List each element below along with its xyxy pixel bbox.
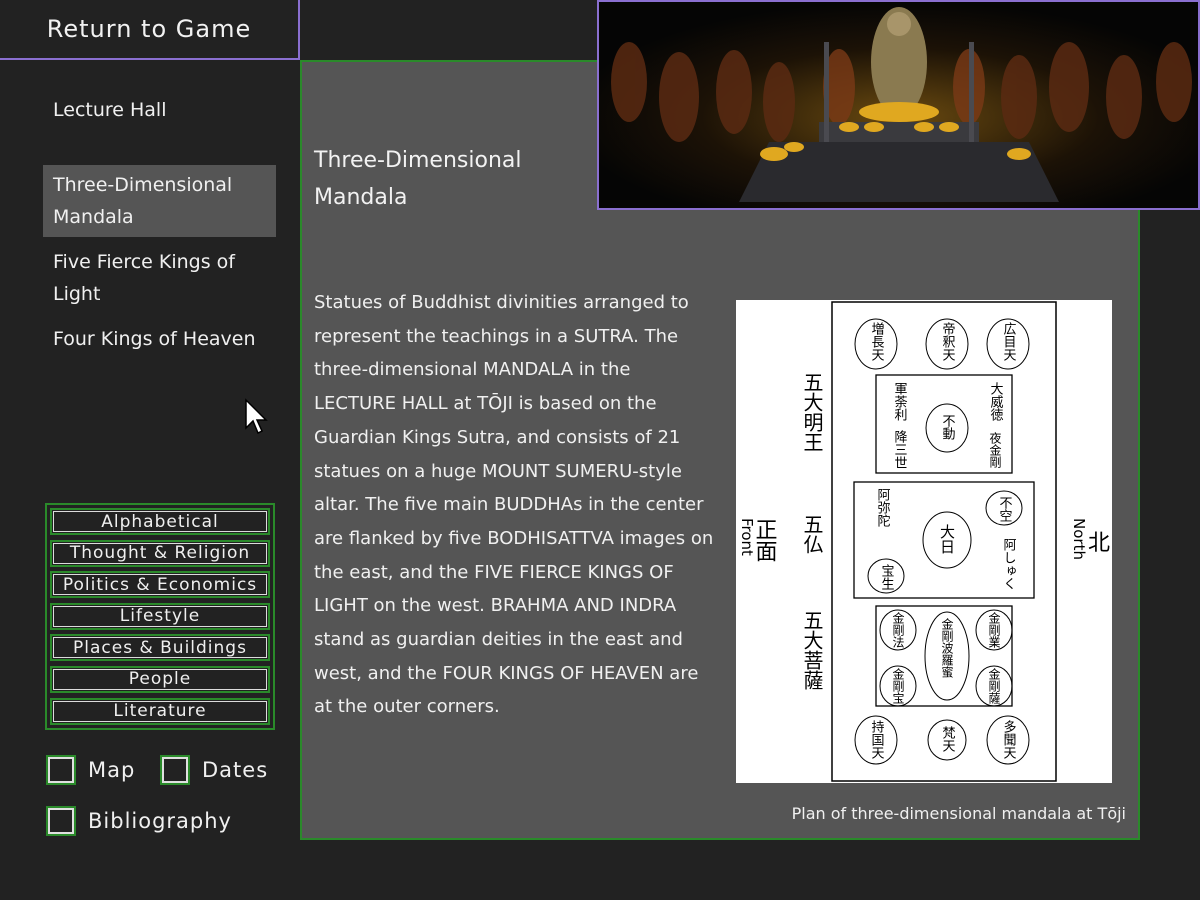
category-people-button[interactable]: People xyxy=(50,665,270,693)
map-label: Map xyxy=(88,758,136,782)
plan-king-2: 大威徳 xyxy=(988,382,1004,421)
bibliography-checkbox[interactable] xyxy=(46,806,76,836)
article-body[interactable]: Statues of Buddhist divinities arranged … xyxy=(314,286,714,724)
map-checkbox[interactable] xyxy=(46,755,76,785)
plan-corner-0: 増長天 xyxy=(869,322,885,361)
plan-corner-3: 持国天 xyxy=(869,720,885,759)
dates-checkbox[interactable] xyxy=(160,755,190,785)
category-literature-button[interactable]: Literature xyxy=(50,697,270,725)
return-to-game-button[interactable]: Return to Game xyxy=(0,0,300,60)
plan-buddha-0: 阿弥陀 xyxy=(875,488,891,528)
plan-buddha-2: 不空 xyxy=(997,496,1013,522)
plan-bodhisattva-3: 金剛宝 xyxy=(891,667,905,704)
plan-corner-5: 多聞天 xyxy=(1001,719,1017,759)
plan-bodhisattva-1: 金剛波羅蜜 xyxy=(940,617,954,679)
category-lifestyle-button[interactable]: Lifestyle xyxy=(50,602,270,630)
north-label-jp: 北 xyxy=(1088,531,1110,556)
group-label-bodhisattvas: 五大菩薩 xyxy=(800,610,824,690)
mandala-plan-figure: 正面 Front 北 North 五大明王 五仏 五大菩薩 増長天 帝釈天 広目… xyxy=(736,300,1112,783)
article-title: Three-Dimensional Mandala xyxy=(314,148,522,210)
temple-statues-illustration xyxy=(599,2,1198,208)
bibliography-label: Bibliography xyxy=(88,809,232,833)
category-menu: Alphabetical Thought & Religion Politics… xyxy=(45,503,275,730)
plan-bodhisattva-2: 金剛業 xyxy=(987,611,1001,648)
plan-corner-2: 広目天 xyxy=(1001,322,1017,361)
dates-label: Dates xyxy=(202,758,269,782)
mandala-plan-diagram: 正面 Front 北 North 五大明王 五仏 五大菩薩 増長天 帝釈天 広目… xyxy=(738,301,1110,782)
plan-buddha-1: 大日 xyxy=(938,524,956,554)
plan-bodhisattva-4: 金剛薩 xyxy=(987,667,1001,704)
topic-three-dimensional-mandala[interactable]: Three-Dimensional Mandala xyxy=(43,165,276,237)
plan-buddha-3: 宝生 xyxy=(879,564,895,590)
front-label-en: Front xyxy=(738,518,756,556)
topic-lecture-hall[interactable]: Lecture Hall xyxy=(43,90,276,130)
plan-corner-1: 帝釈天 xyxy=(940,321,956,361)
topic-five-fierce-kings[interactable]: Five Fierce Kings of Light xyxy=(43,242,276,314)
north-label-en: North xyxy=(1070,518,1088,560)
category-thought-religion-button[interactable]: Thought & Religion xyxy=(50,539,270,567)
topic-four-kings-of-heaven[interactable]: Four Kings of Heaven xyxy=(43,319,276,359)
category-politics-economics-button[interactable]: Politics & Economics xyxy=(50,571,270,599)
plan-corner-4: 梵天 xyxy=(940,726,956,752)
figure-caption: Plan of three-dimensional mandala at Tōj… xyxy=(791,804,1126,823)
group-label-buddhas: 五仏 xyxy=(800,514,824,554)
category-alphabetical-button[interactable]: Alphabetical xyxy=(50,508,270,535)
dates-option[interactable]: Dates xyxy=(160,755,268,785)
mouse-cursor-icon xyxy=(245,398,268,435)
plan-king-0: 軍荼利 xyxy=(892,382,908,421)
category-places-buildings-button[interactable]: Places & Buildings xyxy=(50,634,270,662)
bibliography-option[interactable]: Bibliography xyxy=(46,806,232,836)
temple-statues-image xyxy=(597,0,1200,210)
plan-king-3: 降三世 xyxy=(892,430,908,469)
plan-king-4: 夜金剛 xyxy=(988,431,1002,468)
plan-bodhisattva-0: 金剛法 xyxy=(891,611,905,648)
group-label-kings: 五大明王 xyxy=(800,372,824,452)
map-option[interactable]: Map xyxy=(46,755,135,785)
plan-buddha-4: 阿しゅく xyxy=(1001,538,1016,590)
plan-king-1: 不動 xyxy=(940,414,956,441)
